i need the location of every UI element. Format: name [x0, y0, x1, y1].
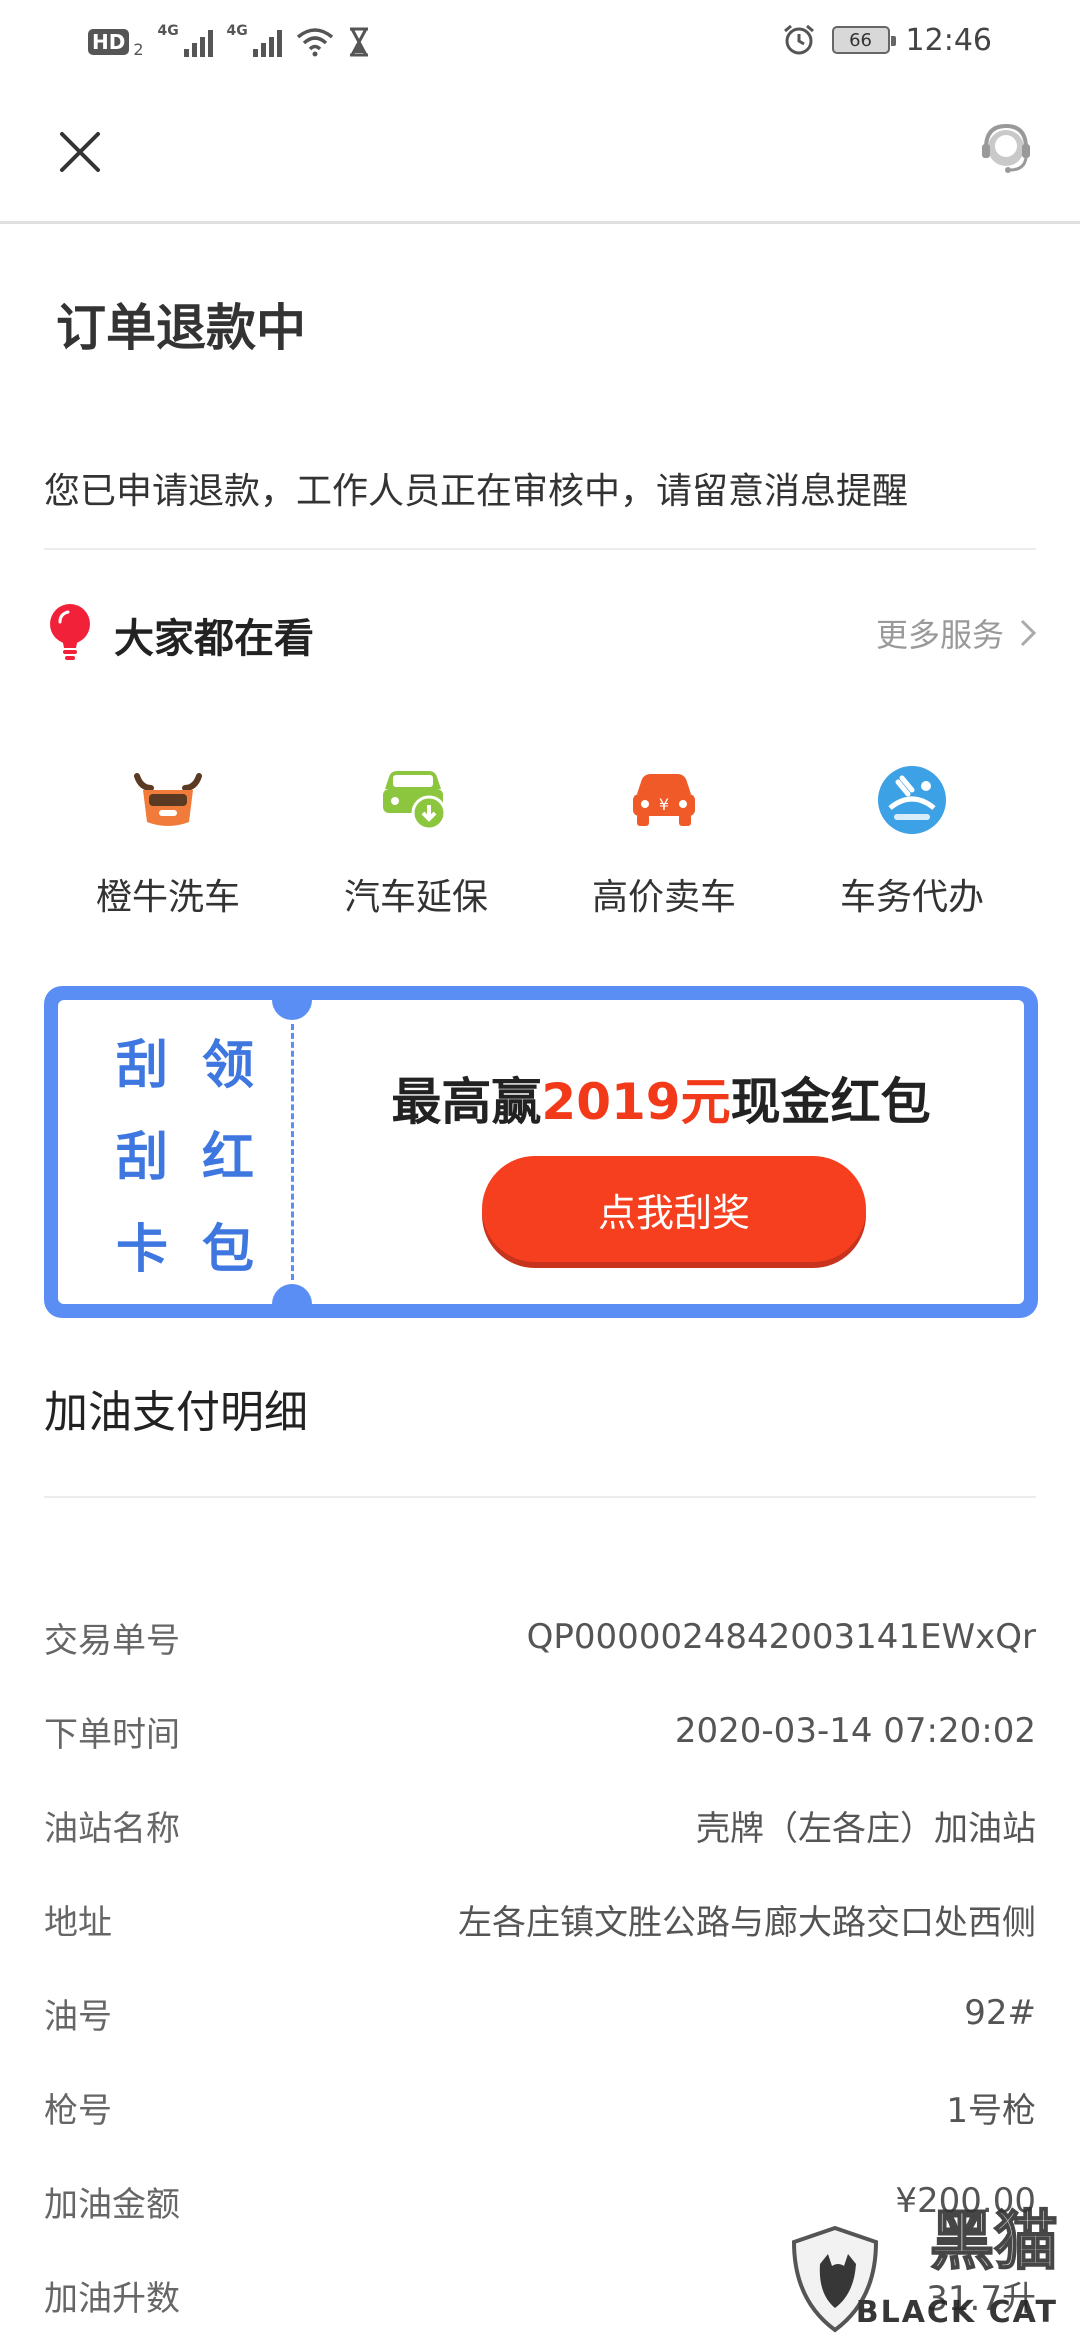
- detail-label: 下单时间: [44, 1714, 180, 1755]
- status-bar: HD 2 4G 4G 66 12:46: [0, 0, 1080, 84]
- detail-row-order-time: 下单时间 2020-03-14 07:20:02: [44, 1684, 1036, 1778]
- detail-value: 壳牌（左各庄）加油站: [696, 1808, 1036, 1849]
- detail-value: 92#: [964, 1993, 1036, 2033]
- signal-sim2-icon: 4G: [227, 23, 282, 57]
- car-warranty-icon: [376, 760, 456, 840]
- close-icon[interactable]: [52, 124, 108, 180]
- svg-text:¥: ¥: [659, 795, 669, 814]
- scratch-char: 刮: [115, 1036, 168, 1096]
- sim2-tag: 4G: [226, 23, 248, 39]
- watermark-text: 黑猫: [929, 2204, 1059, 2280]
- customer-service-icon[interactable]: [976, 120, 1036, 180]
- detail-label: 枪号: [44, 2090, 112, 2131]
- detail-row-fuel-grade: 油号 92#: [44, 1966, 1036, 2060]
- service-car-wash[interactable]: 橙牛洗车: [44, 760, 292, 920]
- scallop-edge: [1014, 1000, 1024, 1304]
- detail-label: 交易单号: [44, 1620, 180, 1661]
- sell-car-icon: ¥: [624, 760, 704, 840]
- scallop-edge: [58, 1000, 68, 1304]
- detail-row-address: 地址 左各庄镇文胜公路与廊大路交口处西侧: [44, 1872, 1036, 1966]
- prize-suffix: 现金红包: [730, 1073, 931, 1131]
- scratch-char: 包: [201, 1220, 254, 1280]
- prize-prefix: 最高赢: [391, 1073, 542, 1131]
- car-agent-icon: [872, 760, 952, 840]
- detail-value: 1号枪: [946, 2090, 1036, 2131]
- clock: 12:46: [905, 22, 992, 58]
- divider: [44, 1496, 1036, 1498]
- hd-badge: HD: [88, 29, 130, 55]
- service-grid: 橙牛洗车 汽车延保 ¥ 高价卖车 车务代办: [0, 760, 1080, 920]
- detail-value: QP0000024842003141EWxQr: [526, 1617, 1036, 1657]
- detail-label: 加油金额: [44, 2184, 180, 2225]
- detail-label: 加油升数: [44, 2278, 180, 2319]
- detail-value: 左各庄镇文胜公路与廊大路交口处西侧: [458, 1902, 1036, 1943]
- payment-details-title: 加油支付明细: [44, 1387, 308, 1438]
- car-wash-icon: [128, 760, 208, 840]
- scratch-char: 领: [201, 1036, 254, 1096]
- prize-headline: 最高赢2019元现金红包: [298, 1062, 1024, 1134]
- scratch-char: 红: [201, 1128, 254, 1188]
- more-services-link[interactable]: 更多服务: [876, 610, 1038, 656]
- detail-row-station-name: 油站名称 壳牌（左各庄）加油站: [44, 1778, 1036, 1872]
- service-label: 车务代办: [839, 877, 984, 918]
- watermark-sub: BLACK CAT: [855, 2295, 1058, 2330]
- detail-row-pump-number: 枪号 1号枪: [44, 2060, 1036, 2154]
- order-status-message: 您已申请退款，工作人员正在审核中，请留意消息提醒: [44, 471, 909, 512]
- alarm-icon: [783, 24, 814, 55]
- scratch-char: 刮: [115, 1128, 168, 1188]
- detail-label: 油站名称: [44, 1808, 180, 1849]
- ticket-notch: [272, 1284, 312, 1304]
- service-sell-car[interactable]: ¥ 高价卖车: [540, 760, 788, 920]
- status-left: HD 2 4G 4G: [88, 22, 370, 62]
- service-label: 高价卖车: [591, 877, 736, 918]
- detail-value: 2020-03-14 07:20:02: [674, 1711, 1036, 1751]
- ticket-perforation: [291, 1024, 294, 1280]
- service-car-agent[interactable]: 车务代办: [788, 760, 1036, 920]
- scratch-char: 卡: [115, 1220, 168, 1280]
- scratch-card-banner[interactable]: 刮 领 刮 红 卡 包 最高赢2019元现金红包 点我刮奖: [44, 986, 1038, 1318]
- status-right: 66 12:46: [782, 18, 992, 62]
- top-header: [0, 84, 1080, 224]
- service-label: 橙牛洗车: [95, 877, 240, 918]
- wifi-icon: [296, 28, 333, 57]
- hourglass-icon: [349, 27, 368, 57]
- watermark: 黑猫 BLACK CAT: [790, 2204, 1080, 2340]
- ticket-notch: [272, 1000, 312, 1020]
- hd-sub: 2: [133, 39, 144, 59]
- battery-indicator: 66: [831, 26, 896, 54]
- detail-label: 地址: [44, 1902, 112, 1943]
- service-label: 汽车延保: [343, 877, 488, 918]
- scratch-button[interactable]: 点我刮奖: [482, 1156, 866, 1262]
- scratch-words: 刮 领 刮 红 卡 包: [110, 1034, 260, 1282]
- scratch-card-inner: 刮 领 刮 红 卡 包 最高赢2019元现金红包 点我刮奖: [58, 1000, 1024, 1304]
- sim1-tag: 4G: [157, 23, 179, 39]
- prize-amount: 2019元: [541, 1073, 731, 1131]
- more-services-label: 更多服务: [875, 616, 1004, 654]
- divider: [44, 548, 1036, 550]
- order-status-title: 订单退款中: [56, 299, 306, 357]
- recommend-title: 大家都在看: [114, 616, 314, 662]
- service-car-warranty[interactable]: 汽车延保: [292, 760, 540, 920]
- signal-sim1-icon: 4G: [158, 23, 213, 57]
- lightbulb-icon: [50, 604, 90, 660]
- chevron-right-icon: [1020, 619, 1037, 647]
- detail-row-order-number: 交易单号 QP0000024842003141EWxQr: [44, 1590, 1036, 1684]
- detail-label: 油号: [44, 1996, 112, 2037]
